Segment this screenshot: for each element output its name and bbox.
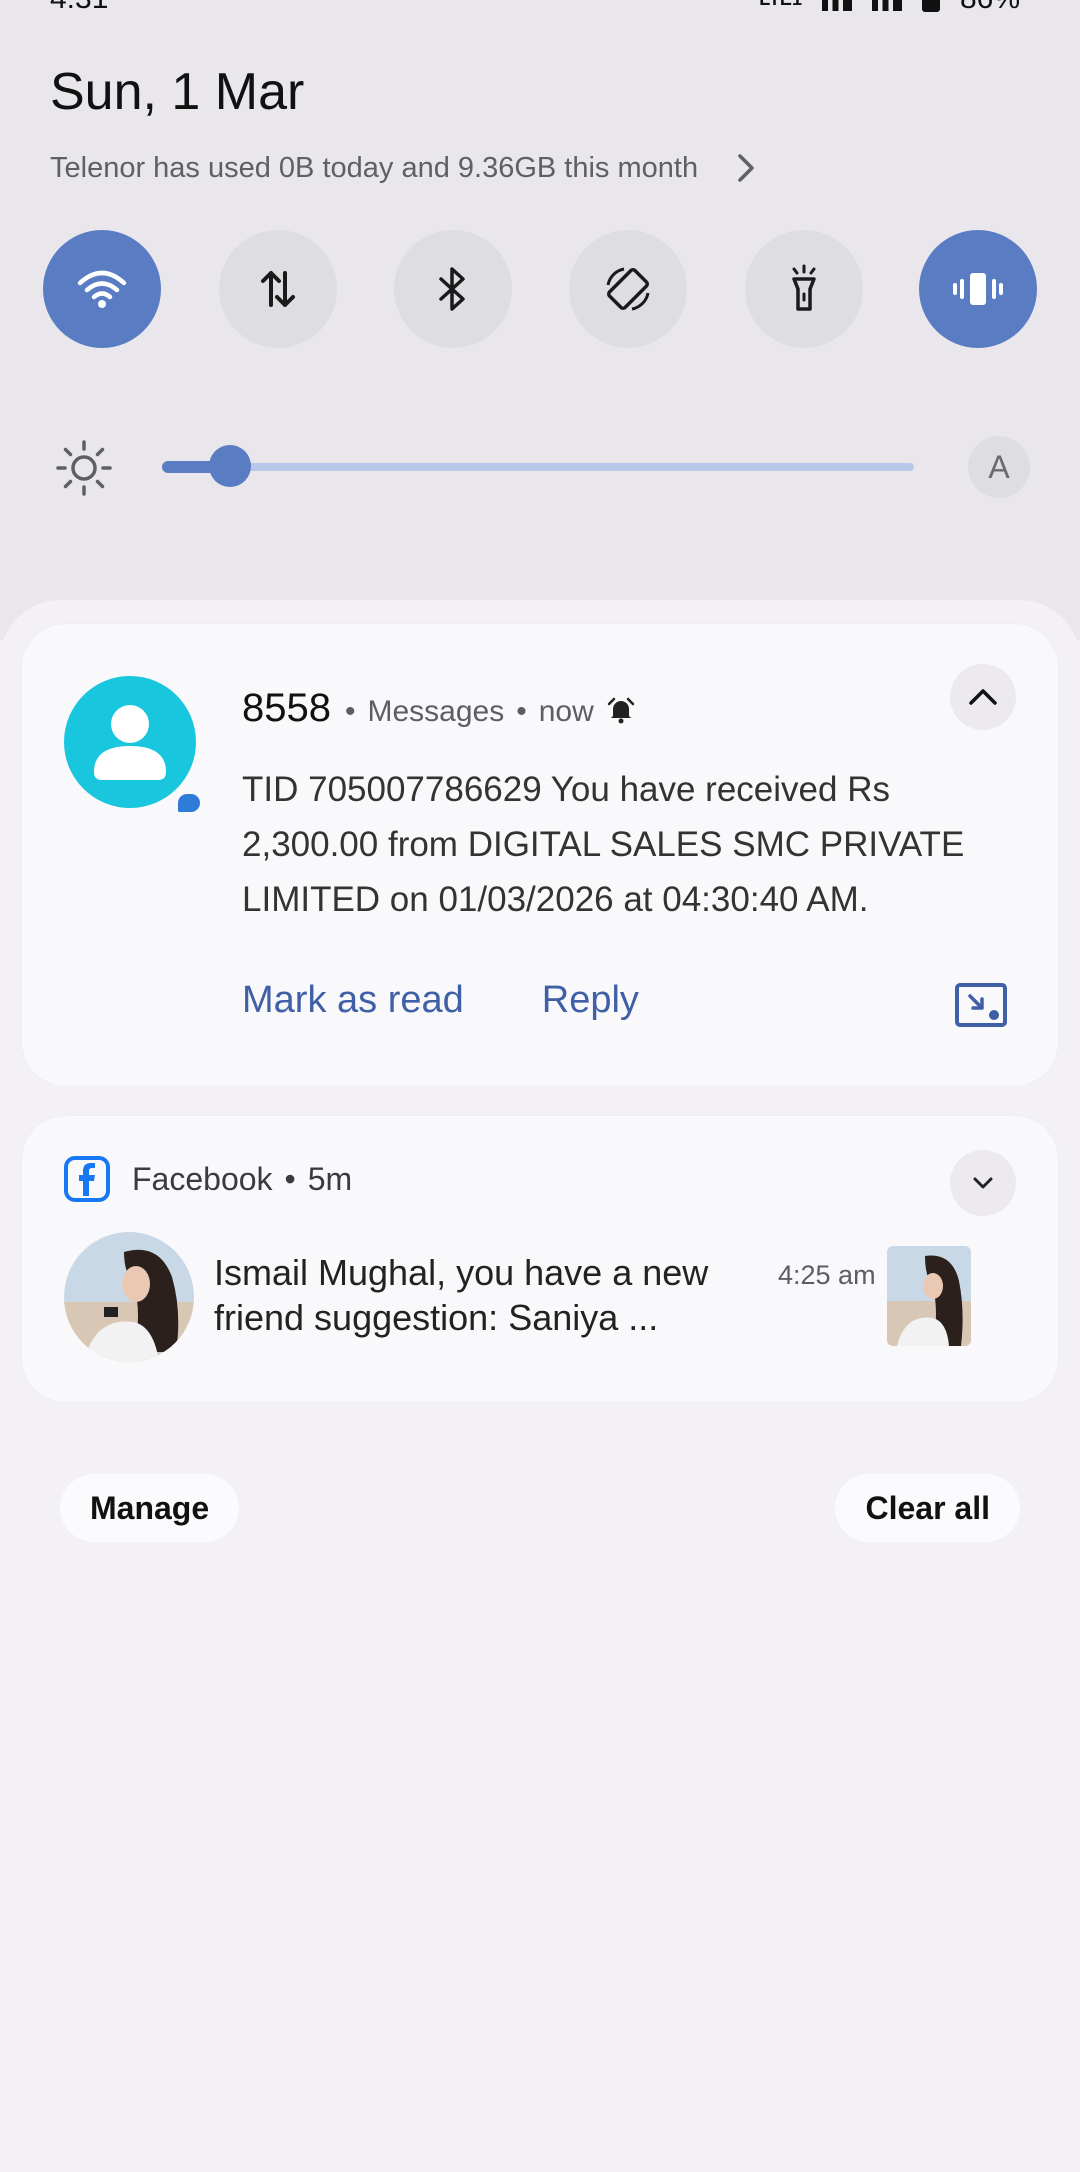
signal-icon-2 [871,0,902,11]
signal-icon [821,0,852,11]
data-usage-row[interactable]: Telenor has used 0B today and 9.36GB thi… [50,150,764,186]
date-label: Sun, 1 Mar [50,63,305,121]
vibrate-toggle[interactable] [919,230,1037,348]
bluetooth-icon [439,267,465,311]
status-icons: LTE1 86% [759,0,1020,16]
facebook-age: 5m [307,1160,353,1197]
flashlight-toggle[interactable] [745,230,863,348]
brightness-slider-thumb[interactable] [208,445,251,487]
chevron-down-icon [973,1177,993,1189]
brightness-slider-track[interactable] [162,463,914,471]
alarm-bell-icon [607,697,635,724]
sep-dot: • [344,695,356,728]
facebook-notification[interactable]: Facebook • 5m Ismail Mughal, you have a … [22,1116,1058,1402]
message-bubble-icon [178,794,200,812]
auto-rotate-icon [606,267,650,311]
message-header: 8558 • Messages • now [242,686,636,731]
facebook-header: Facebook • 5m [64,1156,352,1202]
reply-button[interactable]: Reply [542,979,639,1022]
network-type: LTE1 [759,0,802,10]
manage-button[interactable]: Manage [60,1474,240,1542]
bluetooth-toggle[interactable] [394,230,512,348]
profile-photo [64,1232,194,1362]
sep-dot: • [284,1160,296,1197]
battery-icon [921,0,940,12]
suggestion-thumbnail [887,1246,971,1346]
mobile-data-toggle[interactable] [219,230,337,348]
clear-all-button[interactable]: Clear all [835,1474,1020,1542]
quick-settings-row [43,230,1037,348]
profile-thumbnail [887,1246,971,1346]
sep-dot: • [516,695,527,728]
person-icon [94,705,166,780]
chevron-up-icon [969,689,997,705]
mark-as-read-button[interactable]: Mark as read [242,979,464,1022]
flashlight-icon [792,264,816,311]
wifi-toggle[interactable] [43,230,161,348]
wifi-icon [77,270,127,308]
data-usage-text: Telenor has used 0B today and 9.36GB thi… [50,151,699,184]
chevron-right-icon [738,154,754,182]
status-bar: 4:31 LTE1 86% [0,0,1080,15]
mobile-data-icon [261,271,295,307]
friend-suggestion-avatar [64,1232,194,1362]
facebook-icon [64,1156,110,1202]
popup-view-icon[interactable] [954,982,1008,1028]
auto-rotate-toggle[interactable] [569,230,687,348]
brightness-icon [56,440,112,496]
expand-button[interactable] [950,1150,1016,1216]
brightness-control: A [54,436,1030,498]
messages-app-badge [174,788,204,818]
vibrate-icon [953,273,1003,305]
message-body: TID 705007786629 You have received Rs 2,… [242,770,965,919]
collapse-button[interactable] [950,664,1016,730]
facebook-notification-text: Ismail Mughal, you have a new friend sug… [214,1252,709,1338]
notification-actions: Mark as read Reply [242,979,639,1022]
status-time: 4:31 [50,0,108,16]
message-time: now [538,695,594,728]
message-app-name: Messages [367,695,505,728]
facebook-time: 4:25 am [778,1260,876,1290]
facebook-app-name: Facebook [132,1160,273,1197]
message-notification[interactable]: 8558 • Messages • now TID 705007786629 Y… [22,624,1058,1086]
auto-brightness-button[interactable]: A [968,436,1030,498]
message-sender: 8558 [242,686,331,730]
battery-level: 86% [960,0,1020,16]
contact-avatar [64,676,196,808]
